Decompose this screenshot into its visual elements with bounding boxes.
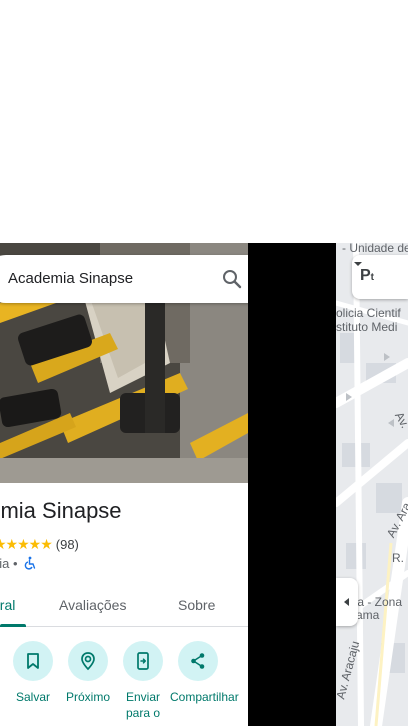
save-button-circle[interactable] bbox=[13, 641, 53, 681]
map-label-instituto: stituto Medi bbox=[336, 320, 398, 334]
save-button[interactable]: Salvar bbox=[5, 641, 61, 705]
lower-stage: Academia Sinapse demia Sinapse ★★★★★(98)… bbox=[0, 243, 408, 726]
search-box[interactable]: Academia Sinapse bbox=[0, 255, 248, 303]
send-to-phone-icon bbox=[137, 652, 149, 670]
share-label: Compartilhar bbox=[170, 690, 239, 704]
collapse-panel-button[interactable] bbox=[336, 578, 358, 626]
save-label: Salvar bbox=[15, 690, 50, 704]
google-maps-page: Academia Sinapse demia Sinapse ★★★★★(98)… bbox=[0, 0, 408, 726]
nearby-button-circle[interactable] bbox=[68, 641, 108, 681]
bookmark-icon bbox=[27, 653, 39, 669]
share-button-circle[interactable] bbox=[178, 641, 218, 681]
place-title: demia Sinapse bbox=[0, 498, 122, 523]
wheelchair-accessible-icon bbox=[24, 556, 36, 570]
place-panel: Academia Sinapse demia Sinapse ★★★★★(98)… bbox=[0, 243, 248, 726]
place-tabs: eral Avaliações Sobre bbox=[0, 585, 248, 627]
map-label-zona: ta - Zona bbox=[354, 595, 403, 609]
send-to-phone-label: Enviar para o bbox=[125, 690, 161, 720]
share-button[interactable]: Compartilhar bbox=[170, 641, 239, 705]
map-label-ama: ama bbox=[356, 608, 380, 622]
chevron-left-icon bbox=[344, 598, 349, 606]
nearby-icon bbox=[81, 652, 95, 671]
map-label-unidade: - Unidade de bbox=[342, 243, 408, 255]
search-icon[interactable] bbox=[220, 267, 244, 291]
nearby-button[interactable]: Próximo bbox=[60, 641, 116, 705]
review-count[interactable]: (98) bbox=[56, 537, 79, 552]
tab-overview[interactable]: eral bbox=[0, 597, 15, 613]
tab-about[interactable]: Sobre bbox=[178, 597, 215, 613]
map-label-r: R. bbox=[392, 551, 404, 565]
map-view[interactable]: - Unidade de olicia Cientif stituto Medi… bbox=[336, 243, 408, 726]
chevron-down-icon[interactable] bbox=[352, 255, 364, 273]
nearby-label: Próximo bbox=[65, 690, 110, 704]
tab-reviews[interactable]: Avaliações bbox=[59, 597, 126, 613]
send-to-phone-button[interactable]: Enviar para o bbox=[115, 641, 171, 721]
map-label-policia: olicia Cientif bbox=[336, 306, 401, 320]
share-icon bbox=[191, 653, 205, 669]
action-buttons: Salvar Próximo Enviar para o Compartilha… bbox=[0, 641, 248, 726]
rating-row: ★★★★★(98) bbox=[0, 536, 79, 554]
category-row: nia • bbox=[0, 556, 37, 571]
active-tab-indicator bbox=[0, 624, 26, 627]
place-category[interactable]: nia • bbox=[0, 556, 18, 571]
send-to-phone-button-circle[interactable] bbox=[123, 641, 163, 681]
map-layers-button[interactable]: Pt bbox=[352, 255, 408, 299]
star-rating: ★★★★★ bbox=[0, 536, 53, 552]
search-input[interactable]: Academia Sinapse bbox=[8, 255, 133, 303]
